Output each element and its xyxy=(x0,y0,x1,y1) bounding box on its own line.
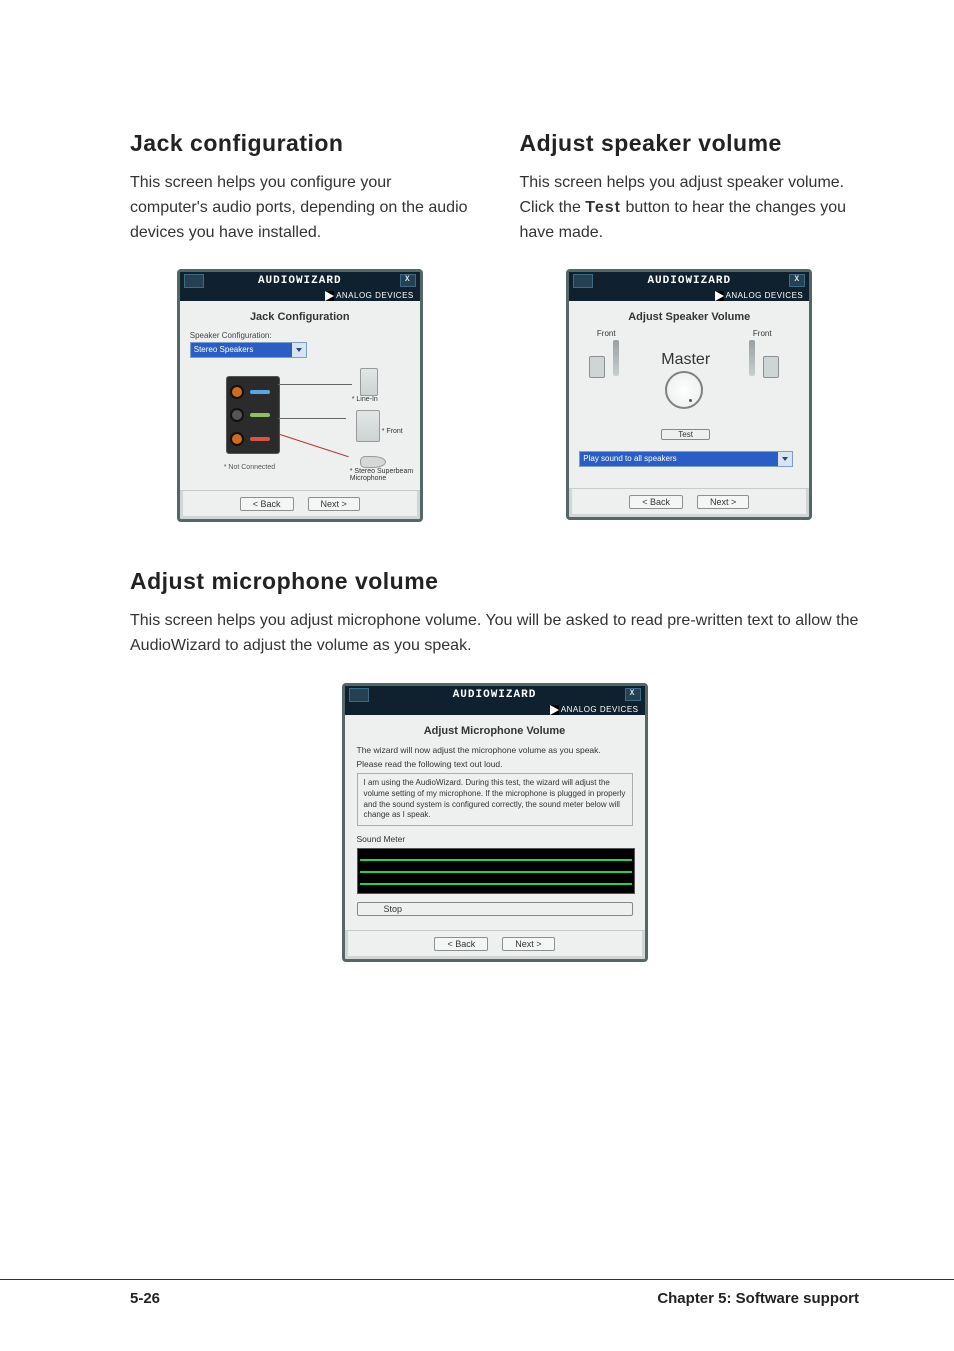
jack-diagram: * Line-In * Front * Stereo Superbeam Mic… xyxy=(190,364,410,484)
page: Jack configuration This screen helps you… xyxy=(0,0,954,1351)
brand-text: ANALOG DEVICES xyxy=(336,292,414,300)
jack-heading: Jack configuration xyxy=(130,130,470,157)
sound-meter-label: Sound Meter xyxy=(357,834,633,844)
play-sound-value: Play sound to all speakers xyxy=(580,452,778,466)
speaker-config-dropdown[interactable]: Stereo Speakers xyxy=(190,342,307,358)
jack-dialog-body: Jack Configuration Speaker Configuration… xyxy=(180,301,420,490)
front-label: * Front xyxy=(382,428,403,435)
back-button[interactable]: < Back xyxy=(434,937,488,951)
front-left-label: Front xyxy=(589,329,623,338)
app-icon xyxy=(349,688,369,702)
adjust-mic-section: Adjust microphone volume This screen hel… xyxy=(130,568,859,962)
master-control: Master xyxy=(661,351,707,411)
jack-panel xyxy=(226,376,280,454)
close-icon[interactable]: X xyxy=(625,688,641,701)
back-button[interactable]: < Back xyxy=(629,495,683,509)
speaker-dialog-body: Adjust Speaker Volume Front Front xyxy=(569,301,809,488)
brand-row: ANALOG DEVICES xyxy=(180,289,420,301)
brand-icon xyxy=(715,291,724,301)
line-in-device-icon xyxy=(360,368,378,396)
front-speaker-icon xyxy=(356,410,380,442)
brand-icon xyxy=(325,291,334,301)
mic-body: This screen helps you adjust microphone … xyxy=(130,609,859,659)
master-dial[interactable] xyxy=(665,371,703,409)
front-right-control: Front xyxy=(745,329,779,378)
speaker-dialog: AUDIOWIZARD X ANALOG DEVICES Adjust Spea… xyxy=(566,269,812,520)
jack-dialog-footer: < Back Next > xyxy=(180,490,420,519)
page-footer: 5-26 Chapter 5: Software support xyxy=(0,1279,954,1307)
speaker-config-label: Speaker Configuration: xyxy=(190,331,410,340)
chevron-down-icon xyxy=(778,452,792,466)
adjust-speaker-section: Adjust speaker volume This screen helps … xyxy=(520,130,860,522)
front-left-slider[interactable] xyxy=(613,340,619,376)
close-icon[interactable]: X xyxy=(789,274,805,287)
stop-button[interactable]: Stop xyxy=(357,902,633,916)
front-right-slider[interactable] xyxy=(749,340,755,376)
test-button[interactable]: Test xyxy=(661,429,710,440)
dialog-title: AUDIOWIZARD xyxy=(647,275,731,287)
jack-config-section: Jack configuration This screen helps you… xyxy=(130,130,470,522)
next-button[interactable]: Next > xyxy=(308,497,360,511)
mic-subtitle: Adjust Microphone Volume xyxy=(357,725,633,737)
speaker-config-value: Stereo Speakers xyxy=(191,343,292,357)
next-button[interactable]: Next > xyxy=(697,495,749,509)
jack-body: This screen helps you configure your com… xyxy=(130,171,470,245)
close-icon[interactable]: X xyxy=(400,274,416,287)
jack-dialog: AUDIOWIZARD X ANALOG DEVICES Jack Config… xyxy=(177,269,423,522)
dialog-title: AUDIOWIZARD xyxy=(258,275,342,287)
brand-text: ANALOG DEVICES xyxy=(726,292,804,300)
mic-dialog: AUDIOWIZARD X ANALOG DEVICES Adjust Micr… xyxy=(342,683,648,962)
speaker-subtitle: Adjust Speaker Volume xyxy=(579,311,799,323)
mic-dialog-footer: < Back Next > xyxy=(345,930,645,959)
mic-line1: The wizard will now adjust the microphon… xyxy=(357,745,633,755)
dialog-titlebar: AUDIOWIZARD X xyxy=(345,686,645,703)
brand-row: ANALOG DEVICES xyxy=(569,289,809,301)
brand-text: ANALOG DEVICES xyxy=(561,706,639,714)
page-number: 5-26 xyxy=(130,1290,160,1307)
chevron-down-icon xyxy=(292,343,306,357)
next-button[interactable]: Next > xyxy=(502,937,554,951)
top-columns: Jack configuration This screen helps you… xyxy=(130,130,859,522)
jack-subtitle: Jack Configuration xyxy=(190,311,410,323)
brand-row: ANALOG DEVICES xyxy=(345,703,645,715)
chapter-label: Chapter 5: Software support xyxy=(657,1290,859,1307)
speaker-heading: Adjust speaker volume xyxy=(520,130,860,157)
microphone-device-icon xyxy=(360,456,386,468)
speaker-icon xyxy=(589,356,605,378)
mic-read-text: I am using the AudioWizard. During this … xyxy=(357,773,633,826)
front-right-label: Front xyxy=(745,329,779,338)
mic-heading: Adjust microphone volume xyxy=(130,568,859,595)
front-left-control: Front xyxy=(589,329,623,378)
mic-line2: Please read the following text out loud. xyxy=(357,759,633,769)
sound-meter xyxy=(357,848,635,894)
app-icon xyxy=(184,274,204,288)
mic-label: * Stereo Superbeam Microphone xyxy=(350,468,420,482)
speaker-body: This screen helps you adjust speaker vol… xyxy=(520,171,860,245)
dialog-title: AUDIOWIZARD xyxy=(453,689,537,701)
speaker-icon xyxy=(763,356,779,378)
dialog-titlebar: AUDIOWIZARD X xyxy=(569,272,809,289)
speaker-body-bold: Test xyxy=(585,199,621,216)
master-label: Master xyxy=(661,351,707,369)
speaker-dialog-footer: < Back Next > xyxy=(569,488,809,517)
dialog-titlebar: AUDIOWIZARD X xyxy=(180,272,420,289)
play-sound-dropdown[interactable]: Play sound to all speakers xyxy=(579,451,793,467)
not-connected-label: * Not Connected xyxy=(224,464,275,471)
back-button[interactable]: < Back xyxy=(240,497,294,511)
app-icon xyxy=(573,274,593,288)
line-in-label: * Line-In xyxy=(352,396,378,403)
brand-icon xyxy=(550,705,559,715)
mic-dialog-body: Adjust Microphone Volume The wizard will… xyxy=(345,715,645,930)
